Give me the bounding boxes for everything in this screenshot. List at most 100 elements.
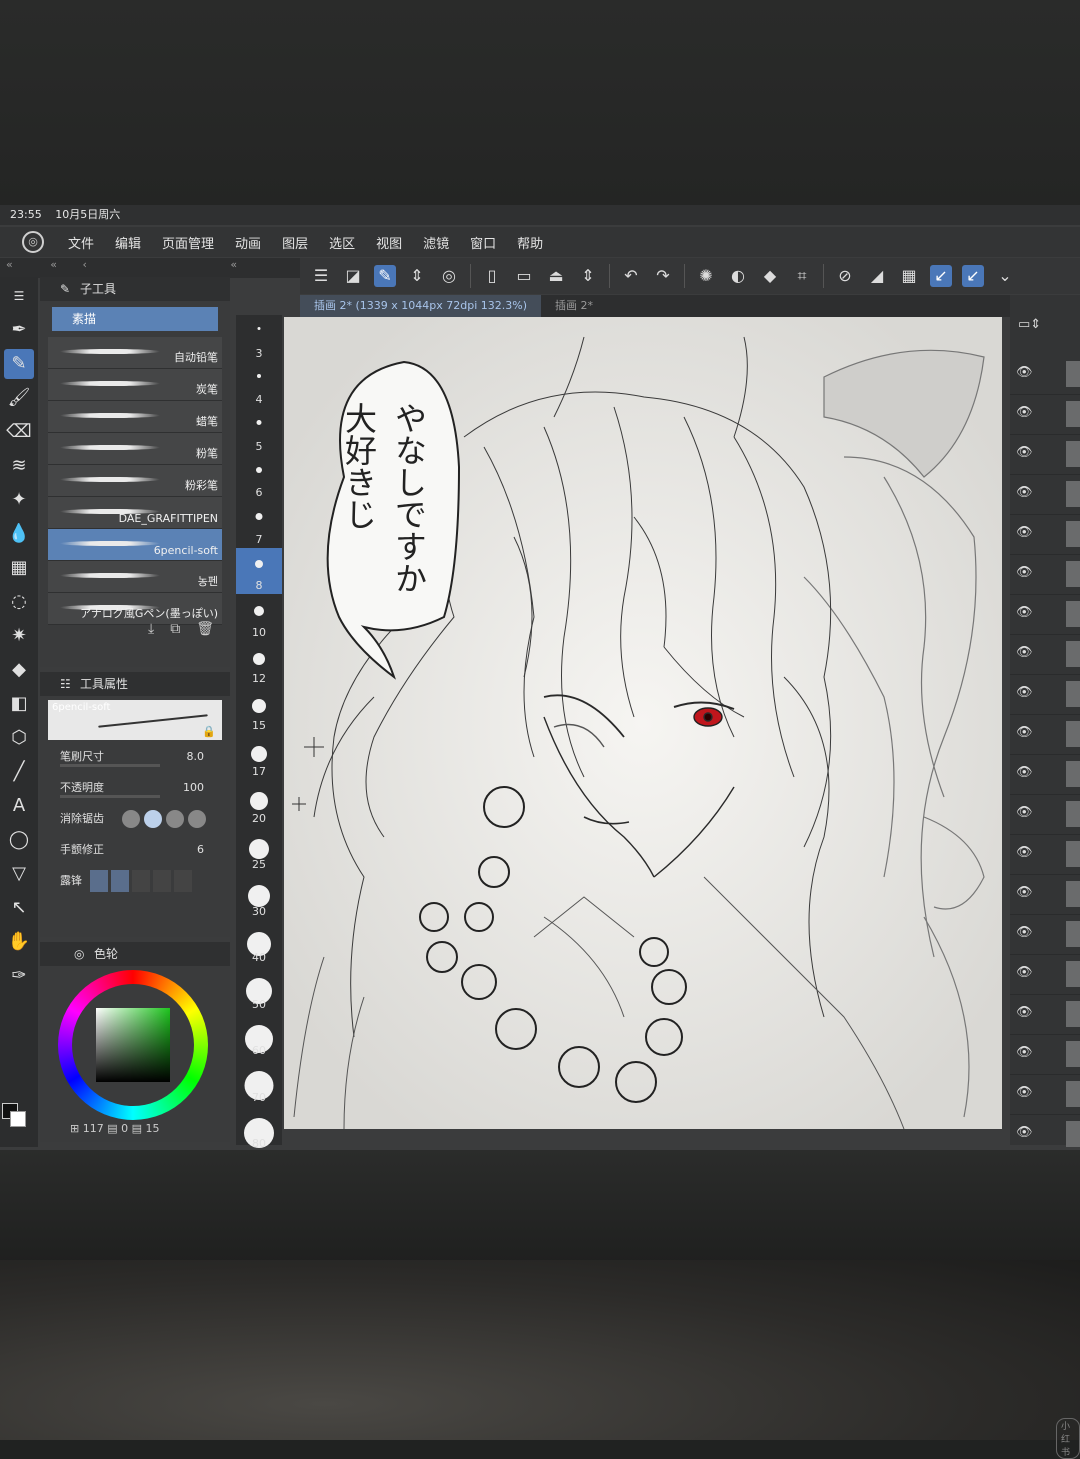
hamburger-menu-icon[interactable]: ☰ (310, 265, 332, 287)
brush-size-preset[interactable]: 3 (236, 315, 282, 362)
stepper-icon[interactable]: ⇕ (406, 265, 428, 287)
stabilization-value[interactable]: 6 (197, 843, 204, 856)
pencil-tool-icon[interactable]: ✎ (4, 349, 34, 379)
sub-color-swatch[interactable] (10, 1111, 26, 1127)
lock-icon[interactable]: 🔒 (202, 725, 216, 738)
layer-row[interactable]: 👁 (1010, 355, 1080, 395)
save-icon[interactable]: ⏏ (545, 265, 567, 287)
eye-icon[interactable]: 👁 (1016, 925, 1033, 940)
menu-window[interactable]: 窗口 (470, 233, 496, 252)
color-wheel-tab-label[interactable]: 色轮 (94, 947, 118, 961)
menu-layer[interactable]: 图层 (282, 233, 308, 252)
brush-item[interactable]: 粉彩笔 (48, 465, 222, 497)
layer-row[interactable]: 👁 (1010, 515, 1080, 555)
eye-icon[interactable]: 👁 (1016, 365, 1033, 380)
layer-row[interactable]: 👁 (1010, 395, 1080, 435)
brush-size-preset[interactable]: 7 (236, 501, 282, 548)
loading-icon[interactable]: ✺ (695, 265, 717, 287)
brush-size-row[interactable]: 笔刷尺寸 8.0 (40, 744, 230, 775)
layer-row[interactable]: 👁 (1010, 555, 1080, 595)
edit-tool-icon[interactable]: ✎ (374, 265, 396, 287)
collapse-left-icon[interactable]: « (6, 258, 13, 271)
brush-size-preset[interactable]: 4 (236, 362, 282, 409)
menu-filter[interactable]: 滤镜 (423, 233, 449, 252)
layer-row[interactable]: 👁 (1010, 1075, 1080, 1115)
canvas-fit-icon[interactable]: ◪ (342, 265, 364, 287)
import-icon[interactable]: ⤓ (148, 621, 170, 637)
menu-view[interactable]: 视图 (376, 233, 402, 252)
menu-animation[interactable]: 动画 (235, 233, 261, 252)
layer-row[interactable]: 👁 (1010, 435, 1080, 475)
spiral-icon[interactable]: ◎ (438, 265, 460, 287)
lasso-tool-icon[interactable]: ◌ (4, 587, 34, 617)
pen-tilt-icon[interactable]: ↙ (962, 265, 984, 287)
layer-row[interactable]: 👁 (1010, 755, 1080, 795)
layer-row[interactable]: 👁 (1010, 995, 1080, 1035)
eye-icon[interactable]: 👁 (1016, 525, 1033, 540)
color-wheel-tab-icon[interactable]: ◎ (74, 942, 84, 966)
layer-row[interactable]: 👁 (1010, 1115, 1080, 1150)
decoration-tool-icon[interactable]: ✦ (4, 485, 34, 515)
brush-size-value[interactable]: 8.0 (187, 750, 205, 763)
grid-icon[interactable]: ▦ (898, 265, 920, 287)
magic-wand-icon[interactable]: ✷ (4, 621, 34, 651)
pen-tool-icon[interactable]: ✒ (4, 315, 34, 345)
menu-page-management[interactable]: 页面管理 (162, 233, 214, 252)
transform-icon[interactable]: ⌗ (791, 265, 813, 287)
hue-ring[interactable] (58, 970, 208, 1120)
eye-icon[interactable]: 👁 (1016, 605, 1033, 620)
layer-toolbar-icon[interactable]: ▭⇕ (1018, 317, 1041, 332)
eye-icon[interactable]: 👁 (1016, 645, 1033, 660)
blend-tool-icon[interactable]: 💧 (4, 519, 34, 549)
eye-icon[interactable]: 👁 (1016, 565, 1033, 580)
layer-row[interactable]: 👁 (1010, 875, 1080, 915)
layer-row[interactable]: 👁 (1010, 835, 1080, 875)
brush-item[interactable]: DAE_GRAFITTIPEN (48, 497, 222, 529)
layer-row[interactable]: 👁 (1010, 915, 1080, 955)
saturation-value-square[interactable] (96, 1008, 170, 1082)
menu-icon[interactable]: ☰ (4, 281, 34, 311)
eraser-tool-icon[interactable]: ⌫ (4, 417, 34, 447)
layer-row[interactable]: 👁 (1010, 1035, 1080, 1075)
fill-tool-icon[interactable]: ◆ (4, 655, 34, 685)
eye-icon[interactable]: 👁 (1016, 685, 1033, 700)
collapse-right-icon[interactable]: « (230, 258, 237, 271)
antialias-options[interactable] (122, 810, 210, 831)
blend-icon[interactable]: ◐ (727, 265, 749, 287)
brush-size-preset[interactable]: 10 (236, 594, 282, 641)
fill-icon[interactable]: ◆ (759, 265, 781, 287)
tab-illustration-2-alt[interactable]: 插画 2* (541, 295, 607, 317)
eye-icon[interactable]: 👁 (1016, 445, 1033, 460)
layer-row[interactable]: 👁 (1010, 715, 1080, 755)
text-tool-icon[interactable]: A (4, 791, 34, 821)
layer-row[interactable]: 👁 (1010, 475, 1080, 515)
eye-icon[interactable]: 👁 (1016, 805, 1033, 820)
layer-row[interactable]: 👁 (1010, 795, 1080, 835)
eye-icon[interactable]: 👁 (1016, 1085, 1033, 1100)
correct-line-tool-icon[interactable]: ▽ (4, 859, 34, 889)
antialias-row[interactable]: 消除锯齿 (40, 806, 230, 837)
brush-item[interactable]: 6pencil-soft (48, 529, 222, 561)
color-value-a[interactable]: 117 (83, 1122, 104, 1135)
eye-icon[interactable]: 👁 (1016, 405, 1033, 420)
brush-size-preset[interactable]: 12 (236, 641, 282, 688)
pen-pressure-icon[interactable]: ↙ (930, 265, 952, 287)
eyedropper-tool-icon[interactable]: ✑ (4, 961, 34, 991)
brush-item[interactable]: 蜡笔 (48, 401, 222, 433)
app-logo-icon[interactable]: ◎ (22, 231, 44, 253)
brush-size-preset[interactable]: 50 (236, 966, 282, 1013)
tab-illustration-2[interactable]: 插画 2* (1339 x 1044px 72dpi 132.3%) (300, 295, 542, 317)
brush-size-preset[interactable]: 6 (236, 455, 282, 502)
brush-item[interactable]: 自动铅笔 (48, 337, 222, 369)
brush-size-preset[interactable]: 15 (236, 687, 282, 734)
stabilization-row[interactable]: 手颤修正 6 (40, 837, 230, 868)
subtool-group-tab[interactable]: 素描 (52, 307, 218, 331)
brush-size-preset[interactable]: 80 (236, 1106, 282, 1150)
trash-icon[interactable]: 🗑 (196, 621, 230, 637)
balloon-tool-icon[interactable]: ◯ (4, 825, 34, 855)
ruler-icon[interactable]: ⊘ (834, 265, 856, 287)
eye-icon[interactable]: 👁 (1016, 765, 1033, 780)
brush-size-preset[interactable]: 30 (236, 873, 282, 920)
menu-selection[interactable]: 选区 (329, 233, 355, 252)
color-value-b[interactable]: 0 (121, 1122, 128, 1135)
